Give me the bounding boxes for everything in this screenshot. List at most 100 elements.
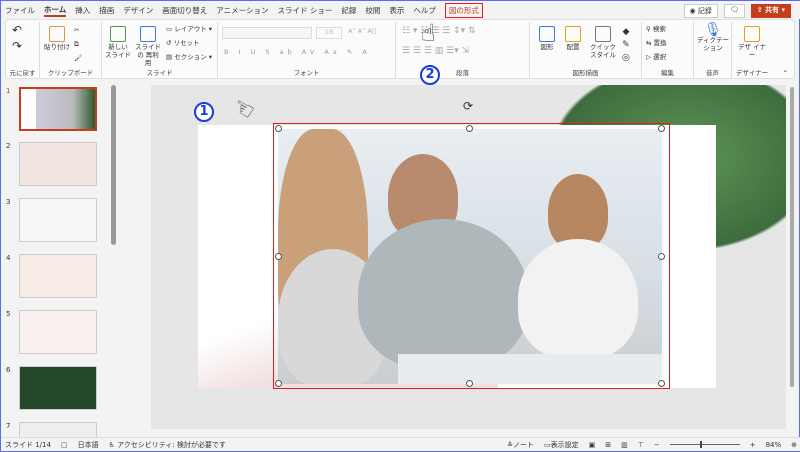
share-label: 共有 (765, 6, 780, 14)
normal-view-icon[interactable]: ▣ (589, 441, 596, 449)
accessibility-status[interactable]: ♿ アクセシビリティ: 検討が必要です (109, 440, 226, 450)
replace-button[interactable]: ⇆ 置換 (646, 39, 667, 47)
tab-transitions[interactable]: 画面切り替え (162, 5, 207, 16)
find-button[interactable]: ⚲ 検索 (646, 25, 666, 33)
slide-thumbnail-4[interactable] (19, 254, 97, 298)
accessibility-label: アクセシビリティ: 検討が必要です (117, 440, 226, 449)
share-button[interactable]: ⇪ 共有 ▾ (750, 4, 791, 18)
font-name-select[interactable] (222, 27, 312, 39)
tab-slideshow[interactable]: スライド ショー (277, 5, 332, 16)
thumb-number: 5 (6, 310, 11, 318)
fit-to-window-icon[interactable]: ⊕ (791, 441, 797, 449)
annotation-badge-1: 1 (194, 102, 214, 122)
font-size-adjust-icons[interactable]: A˄ A˅ A⃫ (348, 27, 376, 35)
thumbnail-scrollbar[interactable] (111, 85, 116, 245)
editor-scrollbar[interactable] (789, 85, 795, 429)
cut-icon[interactable]: ✂ (74, 26, 79, 34)
underline-button[interactable]: U (251, 48, 260, 56)
zoom-slider[interactable] (669, 441, 740, 448)
notes-button[interactable]: ≙ノート (507, 440, 534, 450)
resize-handle[interactable] (275, 125, 282, 132)
italic-button[interactable]: I (239, 48, 245, 56)
new-slide-label: 新しい スライド (105, 43, 131, 59)
copy-icon[interactable]: ⧉ (74, 40, 79, 48)
list-icons[interactable]: ☷ ▾ ☷ ☰ ☰ ↕▾ ⇅ (402, 27, 476, 36)
record-label: 記録 (697, 7, 712, 15)
spellcheck-icon[interactable]: ▢ (61, 441, 68, 449)
clipboard-group: 貼り付け ✂ ⧉ 🖌 クリップボード (40, 22, 102, 78)
tab-draw[interactable]: 描画 (99, 5, 114, 16)
shadow-button[interactable]: S (265, 48, 273, 56)
reading-view-icon[interactable]: ▥ (621, 441, 628, 449)
fill-outline-effects-icons[interactable]: ◆ ✎ ◎ (622, 26, 630, 65)
zoom-out-icon[interactable]: − (654, 441, 660, 449)
tab-design[interactable]: デザイン (123, 5, 153, 16)
layout-button[interactable]: ▭ レイアウト ▾ (166, 25, 212, 33)
tab-animations[interactable]: アニメーション (216, 5, 268, 16)
slide-sorter-icon[interactable]: ⊞ (605, 441, 611, 449)
undo-icon[interactable]: ↶ (12, 24, 22, 36)
tab-picture-format[interactable]: 図の形式 (444, 2, 483, 18)
tab-view[interactable]: 表示 (389, 5, 404, 16)
case-button[interactable]: Aa (324, 48, 340, 56)
align-icons[interactable]: ☰ ☰ ☰ ▥ ☰▾ ⇲ (402, 47, 469, 56)
tab-help[interactable]: ヘルプ (413, 5, 436, 16)
slides-group: 新しい スライド スライドの 再利用 ▭ レイアウト ▾ ↺ リセット ▤ セク… (102, 22, 218, 78)
font-group-label: フォント (293, 69, 320, 77)
resize-handle[interactable] (658, 380, 665, 387)
tab-file[interactable]: ファイル (5, 5, 35, 16)
section-button[interactable]: ▤ セクション ▾ (166, 53, 212, 61)
shapes-button[interactable]: 図形 (534, 26, 560, 51)
zoom-in-icon[interactable]: + (750, 441, 756, 449)
select-button[interactable]: ▷ 選択 (646, 53, 666, 61)
redo-icon[interactable]: ↷ (12, 40, 22, 52)
quick-styles-button[interactable]: クイック スタイル (588, 26, 618, 59)
font-color-button[interactable]: A (362, 48, 370, 56)
strikethrough-button[interactable]: ab (280, 48, 296, 56)
display-settings-button[interactable]: ▭表示設定 (544, 440, 579, 450)
tab-record[interactable]: 記録 (341, 5, 356, 16)
bold-button[interactable]: B (224, 48, 232, 56)
spacing-button[interactable]: AV (302, 48, 318, 56)
tab-insert[interactable]: 挿入 (75, 5, 90, 16)
collapse-ribbon-icon[interactable]: ⌄ (783, 66, 788, 74)
ribbon-tabs: ファイル ホーム 挿入 描画 デザイン 画面切り替え アニメーション スライド … (1, 1, 800, 19)
slide-thumbnail-6[interactable] (19, 366, 97, 410)
resize-handle[interactable] (466, 125, 473, 132)
slide-thumbnail-2[interactable] (19, 142, 97, 186)
font-format-buttons[interactable]: B I U S ab AV Aa ✎ A (224, 48, 371, 56)
slide-thumbnail-3[interactable] (19, 198, 97, 242)
quick-styles-label: クイック スタイル (590, 43, 616, 59)
format-painter-icon[interactable]: 🖌 (74, 54, 82, 62)
tab-review[interactable]: 校閲 (365, 5, 380, 16)
pointing-hand-icon: ☝ (421, 19, 436, 47)
arrange-button[interactable]: 配置 (560, 26, 586, 51)
slideshow-icon[interactable]: ⊤ (638, 441, 644, 449)
reset-button[interactable]: ↺ リセット (166, 39, 200, 47)
notes-label: ノート (512, 440, 534, 449)
thumb-number: 4 (6, 254, 11, 262)
slide-thumbnail-1[interactable] (19, 87, 97, 131)
zoom-level[interactable]: 84% (766, 441, 782, 449)
new-slide-icon (110, 26, 126, 42)
resize-handle[interactable] (275, 253, 282, 260)
slide-thumbnail-5[interactable] (19, 310, 97, 354)
shapes-icon (539, 26, 555, 42)
paste-button[interactable]: 貼り付け (44, 26, 70, 51)
font-size-select[interactable]: 18 (316, 27, 342, 39)
language[interactable]: 日本語 (78, 440, 99, 450)
new-slide-button[interactable]: 新しい スライド (104, 26, 132, 59)
resize-handle[interactable] (275, 380, 282, 387)
comment-icon[interactable]: 🗨 (723, 4, 745, 18)
shapes-label: 図形 (540, 43, 554, 51)
designer-button[interactable]: デザ イナー (738, 26, 766, 59)
reuse-slides-button[interactable]: スライドの 再利用 (134, 26, 162, 67)
tab-home[interactable]: ホーム (44, 4, 67, 17)
dictate-button[interactable]: 🎙 ディクテー ション (696, 23, 730, 52)
resize-handle[interactable] (658, 253, 665, 260)
record-button[interactable]: ◉ 記録 (683, 4, 718, 18)
resize-handle[interactable] (466, 380, 473, 387)
resize-handle[interactable] (658, 125, 665, 132)
arrange-label: 配置 (566, 43, 580, 51)
rotate-handle-icon[interactable]: ⟳ (463, 100, 473, 112)
